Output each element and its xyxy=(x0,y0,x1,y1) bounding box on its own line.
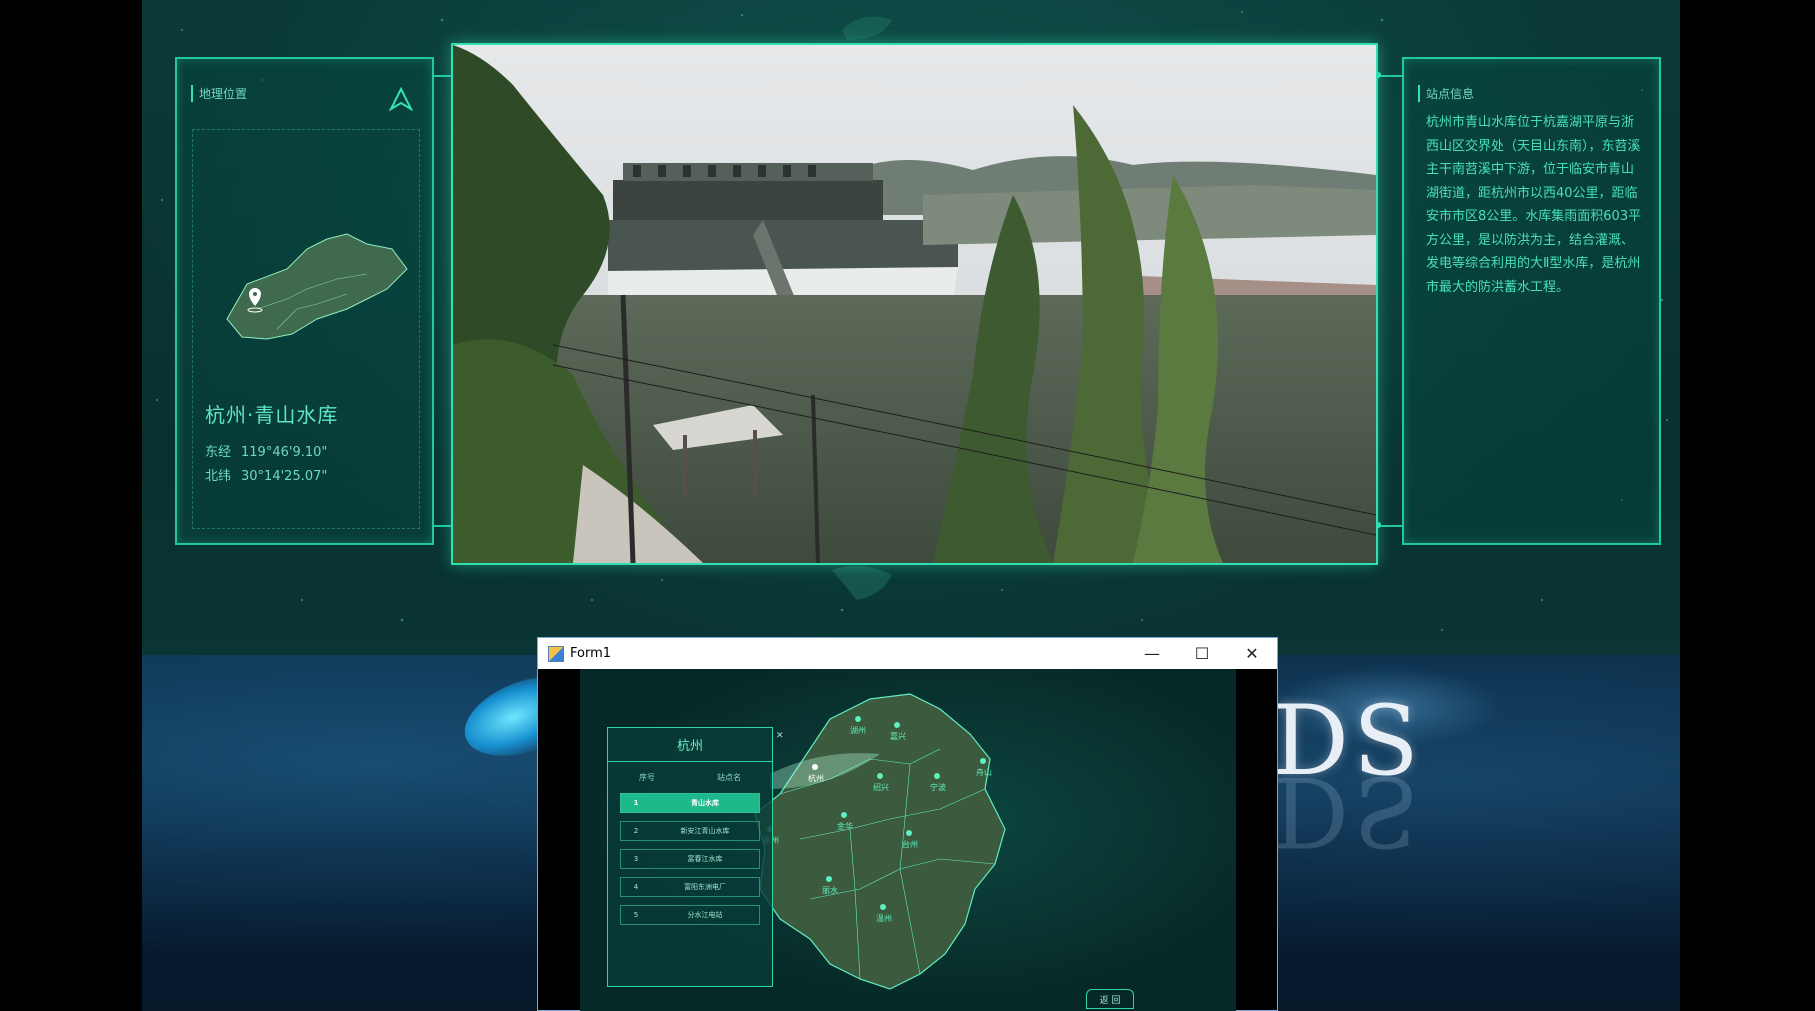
site-info-panel: 站点信息 杭州市青山水库位于杭嘉湖平原与浙西山区交界处（天目山东南），东苕溪主干… xyxy=(1402,57,1661,545)
station-row-name: 富春江水库 xyxy=(687,855,723,863)
station-row[interactable]: 1 青山水库 xyxy=(620,793,760,813)
column-name: 站点名 xyxy=(717,773,741,782)
connector-right-top xyxy=(1378,75,1402,77)
svg-text:嘉兴: 嘉兴 xyxy=(890,731,906,741)
svg-text:温州: 温州 xyxy=(876,914,892,923)
longitude-label: 东经 xyxy=(205,445,232,460)
station-list-close-icon[interactable]: ✕ xyxy=(776,731,784,741)
station-row-num: 2 xyxy=(633,827,639,835)
site-info-description: 杭州市青山水库位于杭嘉湖平原与浙西山区交界处（天目山东南），东苕溪主干南苕溪中下… xyxy=(1426,115,1642,295)
longitude-value: 119°46'9.10" xyxy=(241,445,328,460)
station-row[interactable]: 3 富春江水库 xyxy=(620,849,760,869)
site-name: 杭州·青山水库 xyxy=(205,403,339,427)
station-list-title: 杭州 xyxy=(608,728,772,762)
column-number: 序号 xyxy=(639,773,655,782)
latitude: 北纬 30°14'25.07" xyxy=(205,465,327,484)
site-info-title: 站点信息 xyxy=(1418,85,1474,102)
station-row-num: 1 xyxy=(633,799,639,807)
minimize-button[interactable]: — xyxy=(1127,638,1177,669)
svg-text:金华: 金华 xyxy=(837,821,853,831)
location-panel-title: 地理位置 xyxy=(191,85,247,102)
svg-text:台州: 台州 xyxy=(902,839,918,849)
station-row[interactable]: 2 新安江青山水库 xyxy=(620,821,760,841)
station-list-panel: 杭州 序号 站点名 1 青山水库 2 新安江青山水库 3 富春江水库 4 富阳东… xyxy=(607,727,773,987)
station-row-num: 5 xyxy=(633,911,639,919)
window-controls: — ☐ ✕ xyxy=(1127,638,1277,669)
longitude: 东经 119°46'9.10" xyxy=(205,441,327,460)
connector-left-top xyxy=(434,75,451,77)
station-row-num: 3 xyxy=(633,855,639,863)
station-row-name: 青山水库 xyxy=(691,799,719,807)
station-row[interactable]: 5 分水江电站 xyxy=(620,905,760,925)
station-row-name: 新安江青山水库 xyxy=(680,827,730,835)
close-button[interactable]: ✕ xyxy=(1227,638,1277,669)
province-map xyxy=(226,233,408,340)
svg-text:绍兴: 绍兴 xyxy=(873,782,889,792)
svg-text:宁波: 宁波 xyxy=(930,782,946,792)
station-row[interactable]: 4 富阳东洲电厂 xyxy=(620,877,760,897)
svg-text:舟山: 舟山 xyxy=(976,767,992,777)
station-list-columns: 序号 站点名 xyxy=(608,772,772,783)
app-icon xyxy=(548,645,564,662)
north-arrow-icon xyxy=(389,87,413,111)
connector-right-bottom xyxy=(1378,525,1402,527)
station-row-num: 4 xyxy=(633,883,639,891)
location-panel: 地理位置 杭州·青山水库 东经 119°46'9.10" 北纬 30°14'25… xyxy=(175,57,434,545)
window-title: Form1 xyxy=(570,646,612,661)
latitude-value: 30°14'25.07" xyxy=(241,469,328,484)
window-titlebar[interactable]: Form1 — ☐ ✕ xyxy=(538,638,1277,669)
zhejiang-map: 杭州 湖州 嘉兴 绍兴 宁波 舟山 金华 台州 衢州 丽水 温州 xyxy=(754,693,1006,990)
form1-window: Form1 — ☐ ✕ 杭州 湖州 嘉兴 绍兴 宁波 舟山 金华 台州 丽水 温… xyxy=(537,637,1278,1011)
svg-text:丽水: 丽水 xyxy=(822,885,838,895)
latitude-label: 北纬 xyxy=(205,469,232,484)
reservoir-photo xyxy=(451,43,1378,565)
maximize-button[interactable]: ☐ xyxy=(1177,638,1227,669)
connector-left-bottom xyxy=(434,525,451,527)
back-button[interactable]: 返 回 xyxy=(1086,989,1134,1009)
dashboard-top: 地理位置 杭州·青山水库 东经 119°46'9.10" 北纬 30°14'25… xyxy=(142,0,1680,655)
background-logo-reflection: DS xyxy=(1272,755,1423,867)
svg-text:湖州: 湖州 xyxy=(850,726,866,735)
station-row-name: 分水江电站 xyxy=(687,911,723,919)
reservoir-photo-image xyxy=(453,45,1376,563)
station-row-name: 富阳东洲电厂 xyxy=(684,883,726,891)
form-content: 杭州 湖州 嘉兴 绍兴 宁波 舟山 金华 台州 衢州 丽水 温州 杭州 序号 站… xyxy=(580,669,1236,1011)
svg-text:杭州: 杭州 xyxy=(808,773,824,783)
